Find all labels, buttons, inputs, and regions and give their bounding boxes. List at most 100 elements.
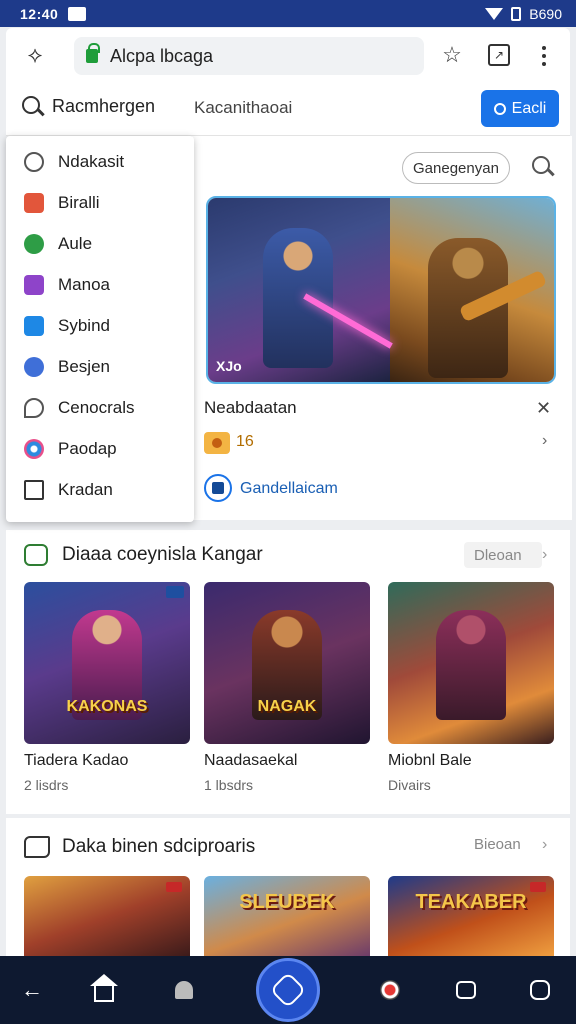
menu-item-label: Cenocrals [58,397,135,417]
primary-button[interactable]: Eacli [481,90,559,127]
bell-icon[interactable] [164,970,204,1010]
search-icon[interactable] [532,156,550,174]
chevron-right-icon[interactable]: › [542,836,547,854]
menu-item-label: Kradan [58,479,113,499]
game-tile[interactable]: TEAKABER [388,876,554,958]
menu-item[interactable]: Kradan [6,469,194,510]
games-section-2: Daka binen sdciproaris Bieoan › SLEUBEK … [6,818,570,958]
chevron-right-icon[interactable]: › [542,432,547,450]
status-right: B690 [485,6,562,22]
section-title: Daka binen sdciproaris [62,836,256,857]
menu-item-label: Sybind [58,315,110,335]
star-icon[interactable]: ☆ [438,42,466,70]
hero-tag: XJo [216,358,242,374]
menu-item-label: Aule [58,233,93,253]
status-bar: 12:40 B690 [0,0,576,27]
center-action-button[interactable] [256,958,320,1022]
menu-item[interactable]: Manoa [6,264,194,305]
rating-icon [204,432,230,454]
battery-text: B690 [529,5,562,22]
game-subtitle: Divairs [388,777,431,793]
close-icon[interactable]: ✕ [536,398,551,419]
menu-item-label: Manoa [58,274,110,294]
settings-icon[interactable] [520,970,560,1010]
purple-app-icon [24,274,44,295]
orange-app-icon [24,192,44,213]
flower-icon [24,438,44,459]
bookmark-icon [24,479,44,500]
game-art [436,610,506,720]
secondary-tab[interactable]: Kacanithaoai [194,98,292,118]
url-bar[interactable]: Alcpa lbcaga [74,37,424,75]
hero-image[interactable]: XJo [206,196,556,384]
record-shape [380,980,400,1000]
circle-icon [493,102,506,115]
record-icon[interactable] [370,970,410,1010]
home-icon[interactable] [84,970,124,1010]
chevron-right-icon[interactable]: › [542,546,547,564]
game-logo: KAKONAS [66,698,148,715]
wifi-icon [485,7,504,20]
menu-item-label: Besjen [58,356,110,376]
game-tile[interactable]: SLEUBEK [204,876,370,958]
blue-app-icon [24,315,44,336]
bell-shape [175,981,193,999]
notification-icon [68,6,87,21]
game-logo: TEAKABER [415,891,527,913]
open-tab-icon[interactable]: ↗ [488,44,510,66]
game-subtitle: 1 lbsdrs [204,777,254,793]
badge-icon [166,586,184,598]
section-icon [24,544,48,566]
game-title[interactable]: Miobnl Bale [388,752,472,770]
game-logo [24,882,190,922]
chat-bubble-icon [24,397,44,418]
menu-item[interactable]: Besjen [6,346,194,387]
battery-icon [511,6,522,21]
menu-item[interactable]: Paodap [6,428,194,469]
search-icon[interactable] [22,96,40,114]
menu-item-label: Biralli [58,192,100,212]
game-tile[interactable] [24,876,190,958]
search-query[interactable]: Racmhergen [52,96,155,117]
app-link[interactable]: Gandellaicam [240,480,338,498]
gamepad-shape [456,981,476,999]
green-leaf-icon [24,233,44,254]
user-outline-icon [24,151,44,172]
hero-character-left [263,228,333,368]
url-text: Alcpa lbcaga [110,45,214,66]
game-title[interactable]: Naadasaekal [204,752,297,770]
app-icon[interactable] [204,474,232,502]
overflow-menu-icon[interactable] [536,42,552,70]
menu-item[interactable]: Aule [6,223,194,264]
see-more-button[interactable]: Bieoan [474,836,521,853]
menu-item-label: Ndakasit [58,151,125,171]
home-shape [90,974,118,1002]
search-row: Racmhergen Kacanithaoai Eacli [6,84,570,136]
menu-item[interactable]: Sybind [6,305,194,346]
menu-item[interactable]: Cenocrals [6,387,194,428]
menu-item-label: Paodap [58,438,117,458]
featured-title[interactable]: Neabdaatan [204,398,297,418]
settings-shape [530,980,550,1000]
featured-card: Ganegenyan XJo Neabdaatan ✕ 16 › Gandell… [192,136,572,520]
game-tile[interactable]: KAKONAS [24,582,190,744]
menu-item[interactable]: Ndakasit [6,141,194,182]
back-arrow-icon[interactable]: ← [12,970,52,1010]
category-chip[interactable]: Ganegenyan [402,152,510,184]
blue-circle-icon [24,356,44,377]
see-more-button[interactable]: Dleoan [464,542,542,568]
status-time: 12:40 [20,5,59,22]
game-title[interactable]: Tiadera Kadao [24,752,128,770]
rating-value: 16 [236,433,254,450]
game-logo: SLEUBEK [239,891,335,913]
bottom-nav: ← [0,956,576,1024]
primary-button-label: Eacli [511,99,547,117]
lock-icon [86,43,100,63]
dropdown-menu: Ndakasit Biralli Aule Manoa Sybind Besje… [6,136,194,522]
scan-icon [269,971,307,1009]
gamepad-icon[interactable] [446,970,486,1010]
menu-item[interactable]: Biralli [6,182,194,223]
game-tile[interactable] [388,582,554,744]
game-tile[interactable]: NAGAK [204,582,370,744]
back-icon[interactable]: ⟡ [22,42,48,68]
